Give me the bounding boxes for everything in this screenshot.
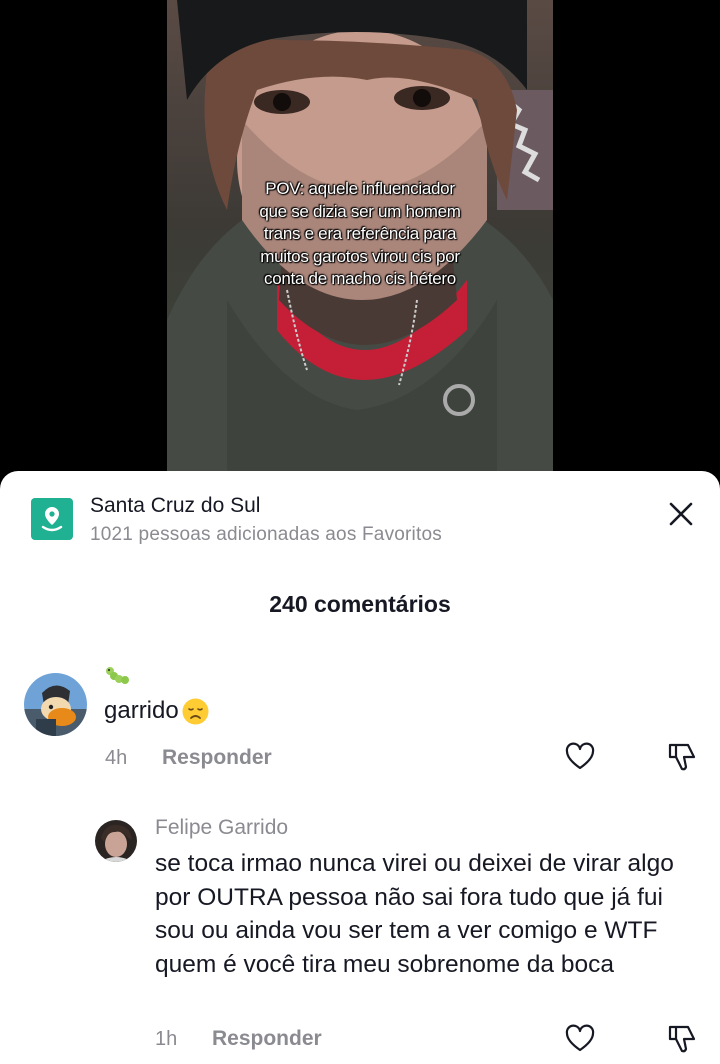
avatar[interactable] [24, 673, 87, 736]
video-player[interactable]: POV: aquele influenciador que se dizia s… [167, 0, 553, 490]
place-title[interactable]: Santa Cruz do Sul [90, 494, 260, 518]
comment-text: garrido [104, 697, 209, 725]
reply-button[interactable]: Responder [162, 746, 272, 770]
video-caption: POV: aquele influenciador que se dizia s… [259, 179, 461, 288]
comment-time: 4h [105, 747, 128, 769]
reply-time: 1h [155, 1028, 178, 1050]
disappointed-face-icon [182, 698, 209, 725]
comment-count: 240 comentários [269, 591, 451, 617]
heart-icon[interactable] [564, 741, 596, 773]
caterpillar-icon [105, 665, 131, 687]
close-icon[interactable] [664, 497, 698, 531]
reply-heart-icon[interactable] [564, 1023, 596, 1055]
dislike-icon[interactable] [666, 741, 698, 773]
comments-sheet: Santa Cruz do Sul 1021 pessoas adicionad… [0, 471, 720, 1064]
reply-avatar[interactable] [95, 820, 137, 862]
reply-author[interactable]: Felipe Garrido [155, 816, 288, 840]
comment-body: garrido [104, 697, 179, 724]
reply-dislike-icon[interactable] [666, 1023, 698, 1055]
place-favorites-count: 1021 pessoas adicionadas aos Favoritos [90, 524, 442, 545]
reply-reply-button[interactable]: Responder [212, 1027, 322, 1051]
location-pin-icon[interactable] [31, 498, 73, 540]
reply-text: se toca irmao nunca virei ou deixei de v… [155, 850, 674, 978]
